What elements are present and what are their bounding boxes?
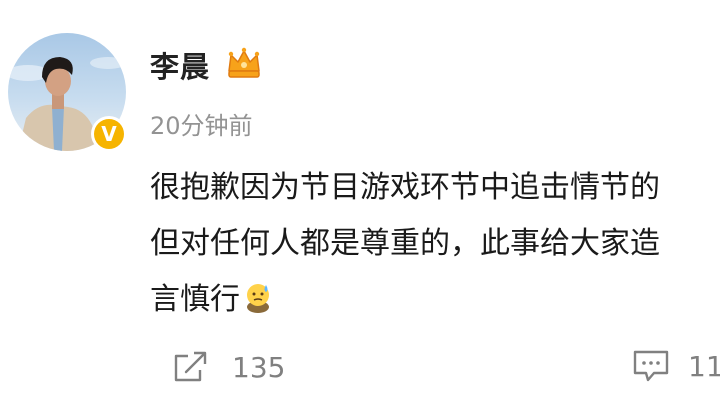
username[interactable]: 李晨 (150, 44, 210, 86)
share-icon (174, 351, 207, 382)
post-line: 言慎行 (150, 272, 720, 328)
comment-icon (633, 350, 669, 382)
post-line-text: 言慎行 (150, 282, 240, 317)
comment-count: 11 (688, 349, 720, 383)
post-body: 很抱歉因为节目游戏环节中追击情节的 但对任何人都是尊重的，此事给大家造 言慎行 (150, 160, 720, 328)
verified-v-icon: V (94, 119, 124, 149)
repost-count: 135 (232, 350, 286, 384)
sweat-emoji-icon (247, 283, 269, 313)
repost-button[interactable]: 135 (172, 350, 285, 384)
post-line: 很抱歉因为节目游戏环节中追击情节的 (150, 170, 660, 205)
crown-icon[interactable] (225, 45, 263, 81)
verified-badge: V (91, 116, 127, 152)
comment-button[interactable]: 11 (632, 349, 720, 383)
post-line: 但对任何人都是尊重的，此事给大家造 (150, 226, 660, 261)
timestamp[interactable]: 20分钟前 (150, 106, 253, 141)
